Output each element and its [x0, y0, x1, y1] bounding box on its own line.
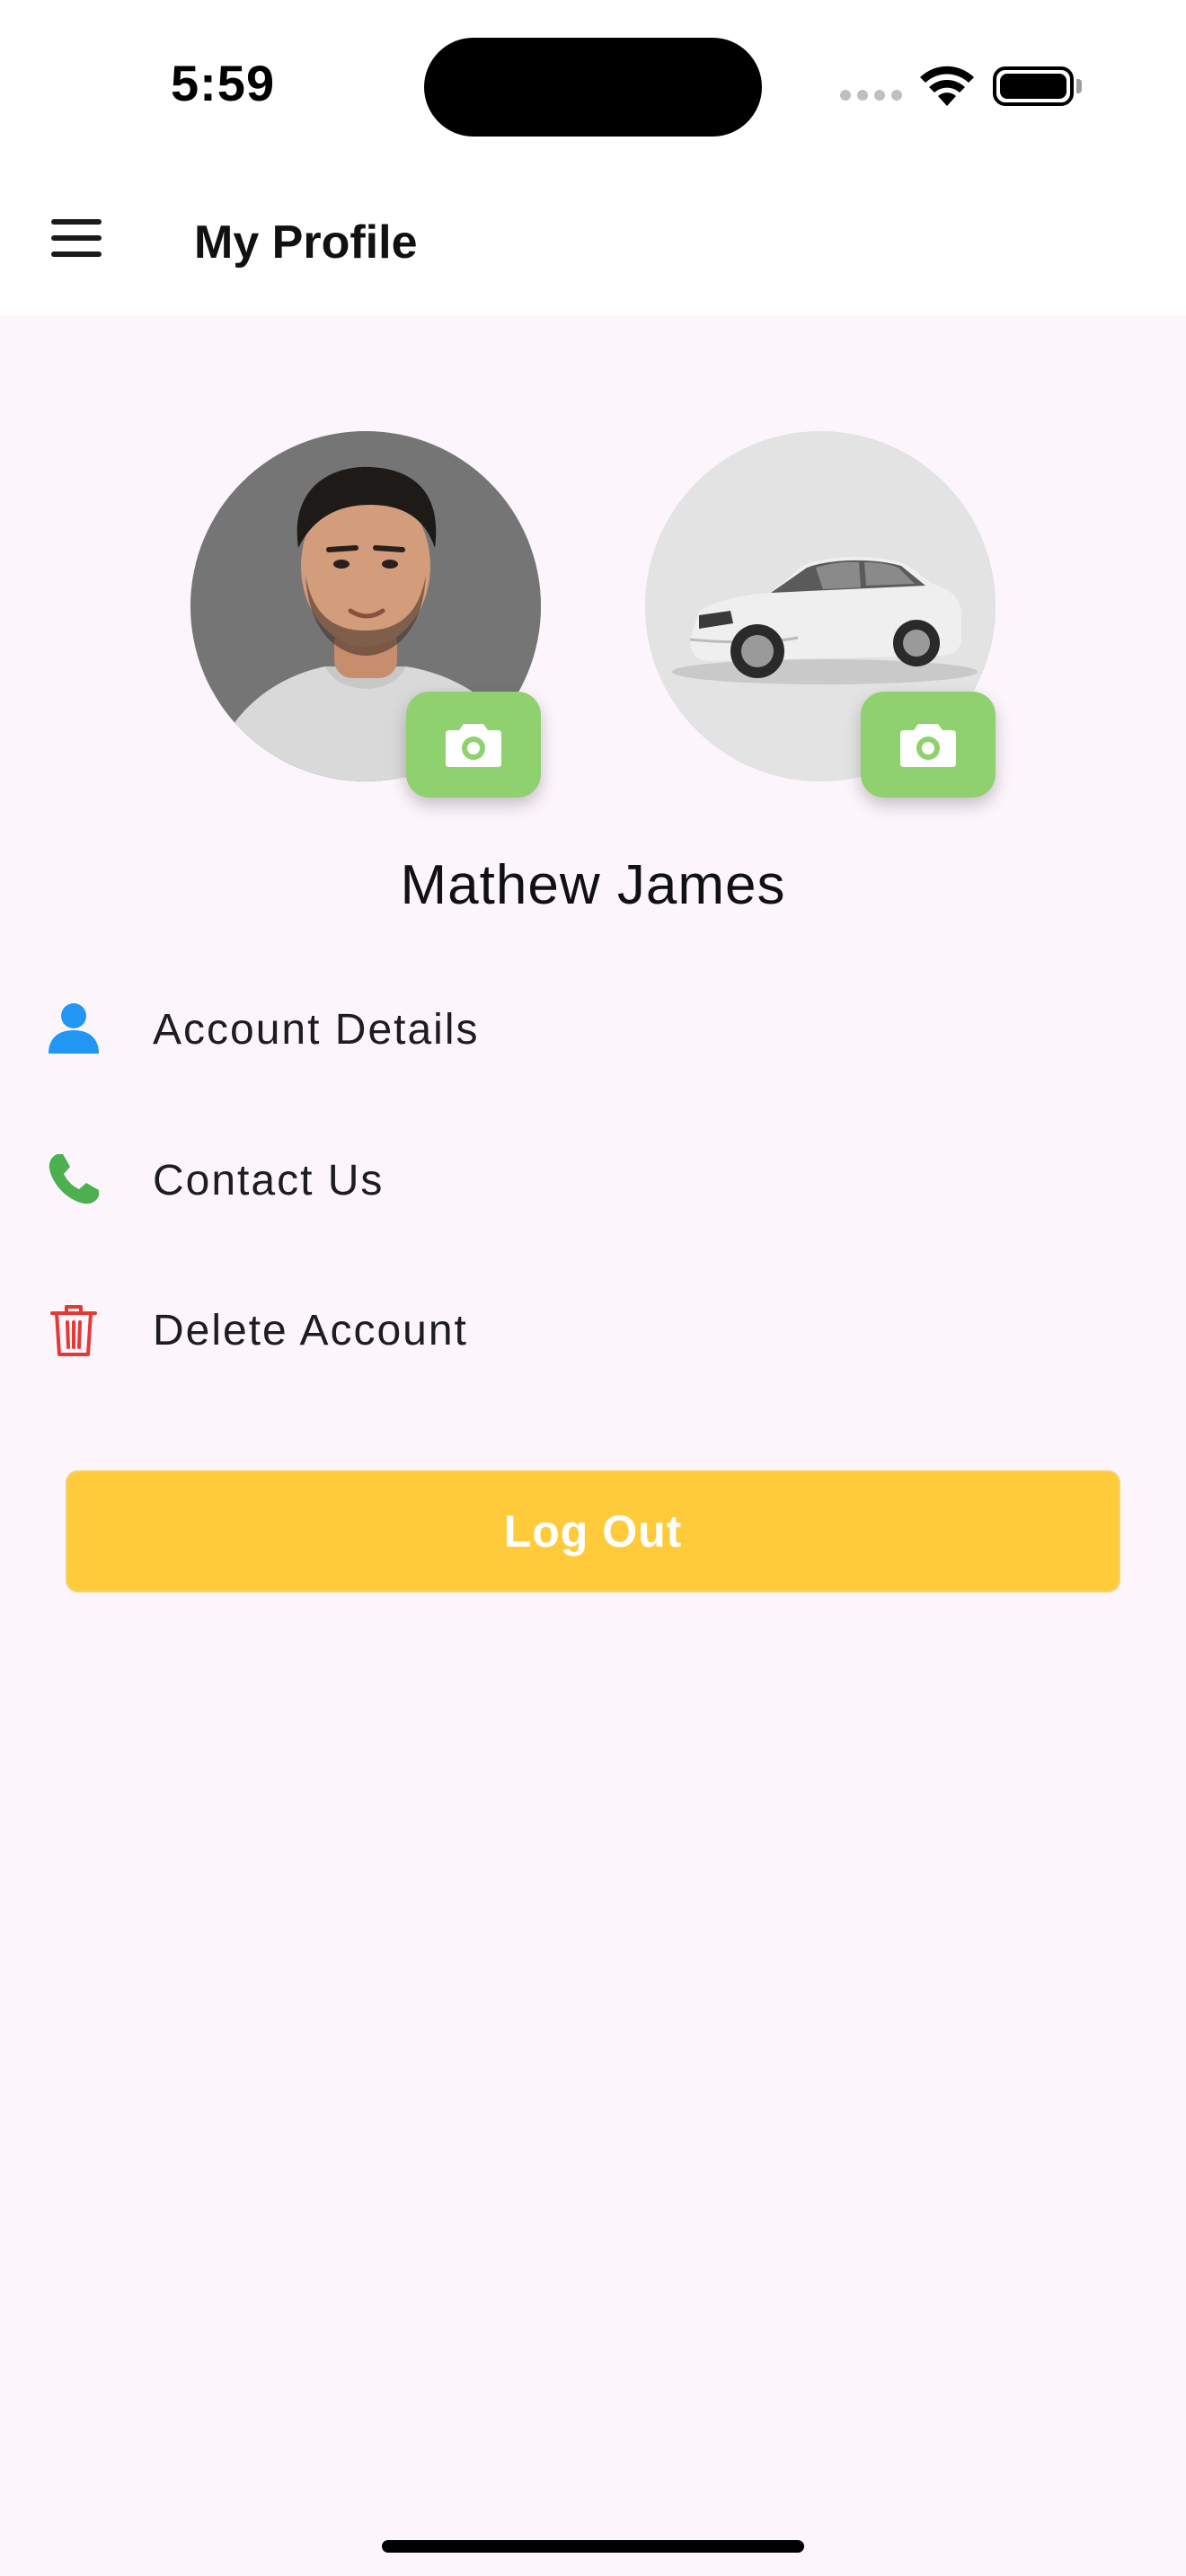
change-profile-photo-button[interactable]	[406, 692, 541, 798]
user-name: Mathew James	[400, 854, 786, 916]
change-vehicle-photo-button[interactable]	[861, 692, 996, 798]
status-time: 5:59	[171, 55, 276, 111]
menu-item-contact-us[interactable]: Contact Us	[0, 1116, 1186, 1242]
menu-item-label: Delete Account	[153, 1307, 468, 1354]
cellular-signal-icon	[840, 90, 903, 102]
profile-screen: 5:59 My Profile Mathew James Account Det…	[0, 0, 1186, 2576]
dynamic-island	[424, 38, 762, 137]
battery-icon	[993, 66, 1082, 106]
menu-item-label: Contact Us	[153, 1157, 385, 1204]
vehicle-photo	[645, 431, 996, 798]
menu-item-delete-account[interactable]: Delete Account	[0, 1266, 1186, 1392]
person-icon	[49, 1003, 99, 1054]
menu-item-label: Account Details	[153, 1006, 480, 1054]
camera-icon	[900, 724, 956, 767]
hamburger-menu-icon[interactable]	[36, 198, 117, 278]
phone-icon	[49, 1154, 99, 1204]
wifi-icon	[920, 66, 974, 106]
home-indicator[interactable]	[382, 2540, 804, 2553]
menu-item-account-details[interactable]: Account Details	[0, 966, 1186, 1091]
status-bar: 5:59	[0, 0, 1186, 171]
logout-button[interactable]: Log Out	[66, 1470, 1120, 1592]
page-title: My Profile	[194, 216, 418, 269]
app-bar: My Profile	[0, 171, 1186, 314]
trash-icon	[50, 1305, 97, 1356]
profile-photo	[190, 431, 541, 798]
camera-icon	[446, 724, 501, 767]
